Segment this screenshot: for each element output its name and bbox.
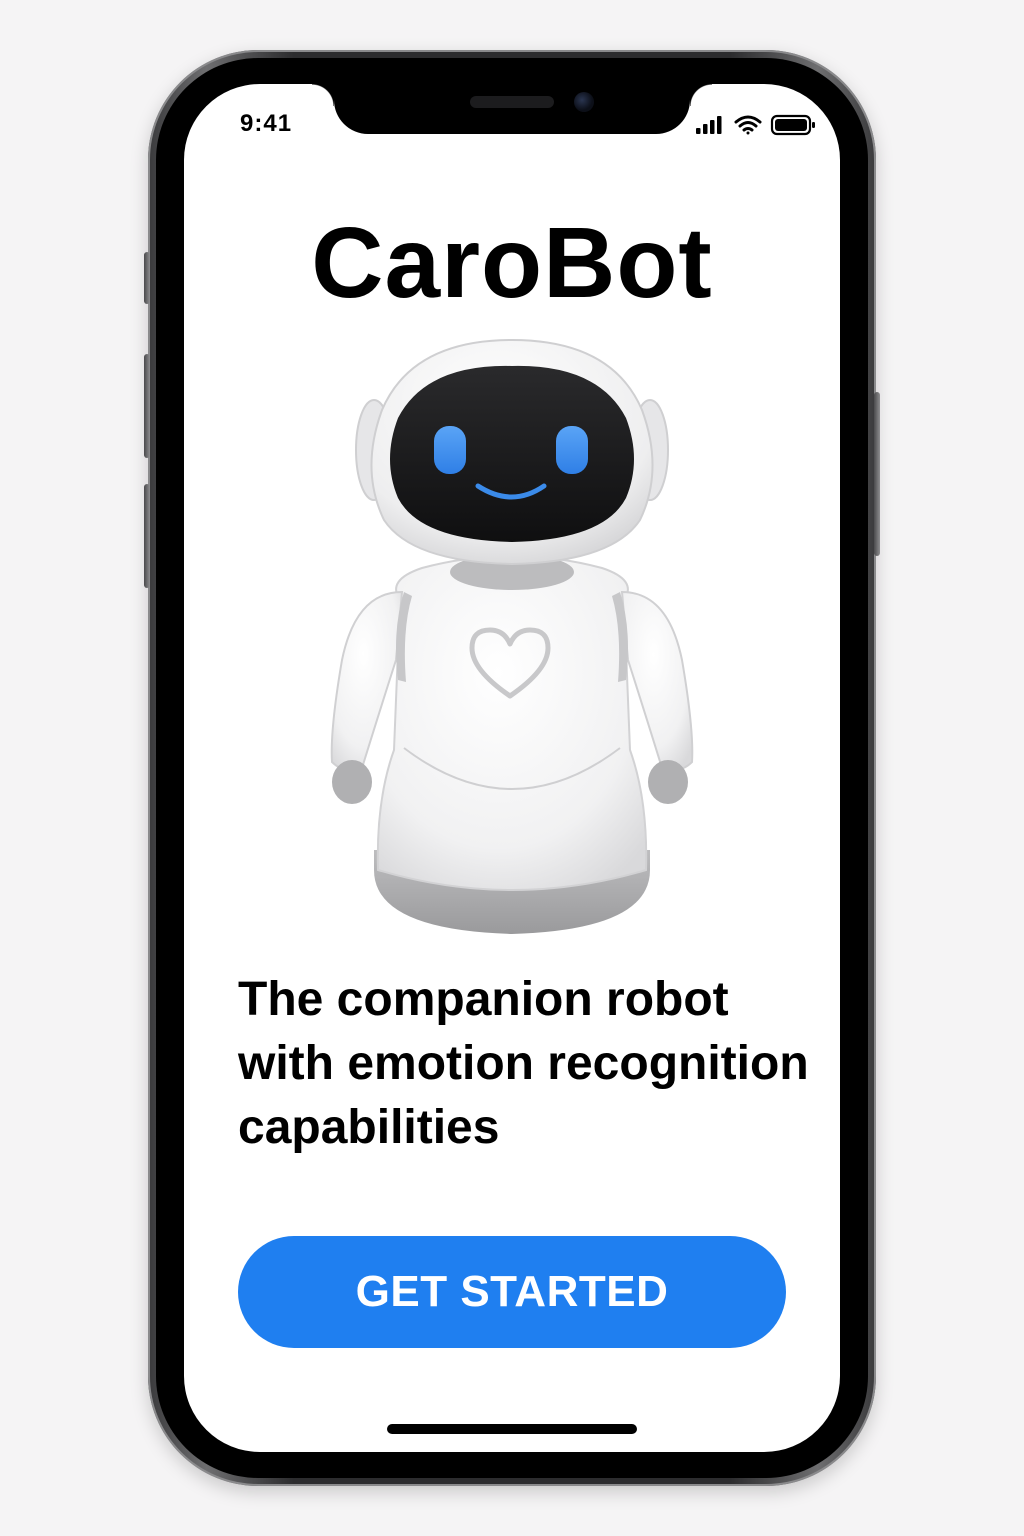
- silent-switch: [144, 252, 150, 304]
- robot-body: [376, 555, 648, 891]
- robot-left-eye: [434, 426, 466, 474]
- status-icons: [696, 114, 815, 136]
- robot-right-eye: [556, 426, 588, 474]
- volume-down-button: [144, 484, 150, 588]
- wifi-icon: [734, 115, 762, 135]
- home-indicator[interactable]: [387, 1424, 637, 1434]
- status-time: 9:41: [240, 110, 293, 137]
- robot-illustration: [330, 338, 694, 934]
- robot-face-screen: [390, 365, 634, 542]
- get-started-button[interactable]: GET STARTED: [238, 1236, 786, 1348]
- battery-icon: [770, 114, 815, 136]
- tagline: The companion robot with emotion recogni…: [238, 973, 809, 1154]
- notch: [312, 84, 712, 134]
- speaker-grille: [470, 96, 554, 108]
- app-title: CaroBot: [311, 207, 713, 319]
- volume-up-button: [144, 354, 150, 458]
- app-screenshot: 9:41 CaroBot The companion robot with em…: [0, 0, 1024, 1536]
- power-button: [874, 392, 880, 556]
- front-camera: [574, 92, 594, 112]
- signal-icon: [696, 116, 722, 134]
